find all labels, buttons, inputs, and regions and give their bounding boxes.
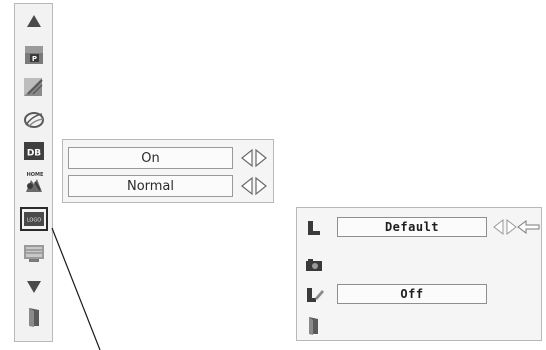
- logo-pin-lock-field[interactable]: Off: [337, 284, 487, 304]
- back-arrow-icon[interactable]: [517, 218, 541, 240]
- logo-select-field[interactable]: Default: [337, 217, 487, 237]
- capture-mode-field[interactable]: Normal: [68, 175, 233, 197]
- left-right-arrows-icon[interactable]: [239, 175, 269, 197]
- camera-icon[interactable]: [305, 256, 323, 274]
- logo-submenu-panel: Default Off: [296, 207, 542, 341]
- capture-mode-value: Normal: [126, 178, 175, 194]
- exit-door-icon[interactable]: [306, 316, 324, 335]
- logo-select-value: On: [141, 150, 160, 166]
- lock-pen-icon: [305, 286, 324, 304]
- left-right-arrows-icon[interactable]: [490, 216, 520, 238]
- l-shape-icon: [305, 219, 323, 237]
- left-right-arrows-icon[interactable]: [239, 147, 269, 169]
- logo-pin-lock-value: Off: [400, 287, 424, 301]
- logo-settings-panel: On Normal: [62, 139, 274, 203]
- logo-select-value: Default: [384, 220, 440, 234]
- logo-select-field[interactable]: On: [68, 147, 233, 169]
